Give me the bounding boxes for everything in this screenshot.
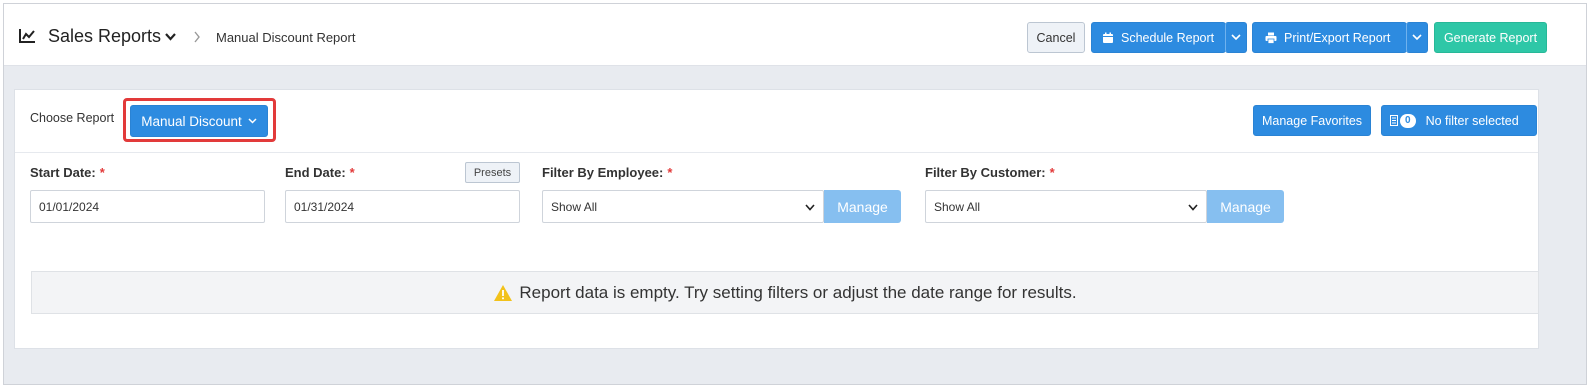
employee-filter-label-text: Filter By Employee: xyxy=(542,165,664,180)
generate-report-button[interactable]: Generate Report xyxy=(1434,22,1547,53)
manage-employees-button[interactable]: Manage xyxy=(824,190,901,223)
printer-icon xyxy=(1265,32,1277,44)
customer-filter-label-text: Filter By Customer: xyxy=(925,165,1046,180)
cancel-button[interactable]: Cancel xyxy=(1027,22,1085,53)
filter-summary-button[interactable]: 0 No filter selected xyxy=(1381,105,1537,136)
page-title: Sales Reports xyxy=(48,26,162,46)
header-bar: Sales Reports Manual Discount Report Can… xyxy=(4,4,1586,66)
employee-filter-label: Filter By Employee: * xyxy=(542,165,672,180)
chevron-down-icon[interactable] xyxy=(164,32,177,42)
customer-filter-label: Filter By Customer: * xyxy=(925,165,1055,180)
chevron-down-icon xyxy=(805,204,815,211)
manage-customers-button[interactable]: Manage xyxy=(1207,190,1284,223)
chart-line-icon xyxy=(19,29,35,43)
warning-icon xyxy=(494,284,513,301)
print-export-label: Print/Export Report xyxy=(1284,30,1391,45)
report-select-button[interactable]: Manual Discount xyxy=(130,105,268,137)
end-date-input[interactable]: 01/31/2024 xyxy=(285,190,520,223)
choose-report-label: Choose Report xyxy=(30,111,115,125)
start-date-label-text: Start Date: xyxy=(30,165,96,180)
chevron-down-icon xyxy=(248,118,257,124)
print-dropdown-toggle[interactable] xyxy=(1406,22,1428,53)
start-date-label: Start Date: * xyxy=(30,165,105,180)
manage-favorites-button[interactable]: Manage Favorites xyxy=(1253,105,1371,136)
chevron-down-icon xyxy=(1188,204,1198,211)
customer-select[interactable]: Show All xyxy=(925,190,1207,223)
breadcrumb: Manual Discount Report xyxy=(216,30,356,45)
report-select-label: Manual Discount xyxy=(141,113,242,129)
required-marker: * xyxy=(349,165,355,180)
schedule-report-button[interactable]: Schedule Report xyxy=(1091,22,1226,53)
chevron-down-icon xyxy=(1412,34,1422,41)
chevron-down-icon xyxy=(1231,34,1241,41)
filter-count-badge: 0 xyxy=(1400,113,1416,128)
filter-summary-label: No filter selected xyxy=(1425,113,1519,128)
end-date-label-text: End Date: xyxy=(285,165,346,180)
schedule-report-label: Schedule Report xyxy=(1121,30,1215,45)
report-card: Choose Report Manual Discount Manage Fav… xyxy=(14,89,1539,349)
filter-icon xyxy=(1390,115,1398,126)
empty-state-text: Report data is empty. Try setting filter… xyxy=(519,282,1077,302)
required-marker: * xyxy=(667,165,673,180)
customer-select-value: Show All xyxy=(934,199,981,214)
employee-select[interactable]: Show All xyxy=(542,190,824,223)
start-date-input[interactable]: 01/01/2024 xyxy=(30,190,265,223)
presets-button[interactable]: Presets xyxy=(465,162,520,183)
calendar-icon xyxy=(1103,32,1113,43)
print-export-button[interactable]: Print/Export Report xyxy=(1252,22,1407,53)
empty-state-message: Report data is empty. Try setting filter… xyxy=(31,271,1539,314)
app-frame: Sales Reports Manual Discount Report Can… xyxy=(3,3,1587,385)
divider xyxy=(15,152,1538,153)
schedule-dropdown-toggle[interactable] xyxy=(1225,22,1247,53)
employee-select-value: Show All xyxy=(551,199,598,214)
chevron-right-icon xyxy=(194,31,200,43)
required-marker: * xyxy=(99,165,105,180)
end-date-label: End Date: * xyxy=(285,165,355,180)
required-marker: * xyxy=(1049,165,1055,180)
